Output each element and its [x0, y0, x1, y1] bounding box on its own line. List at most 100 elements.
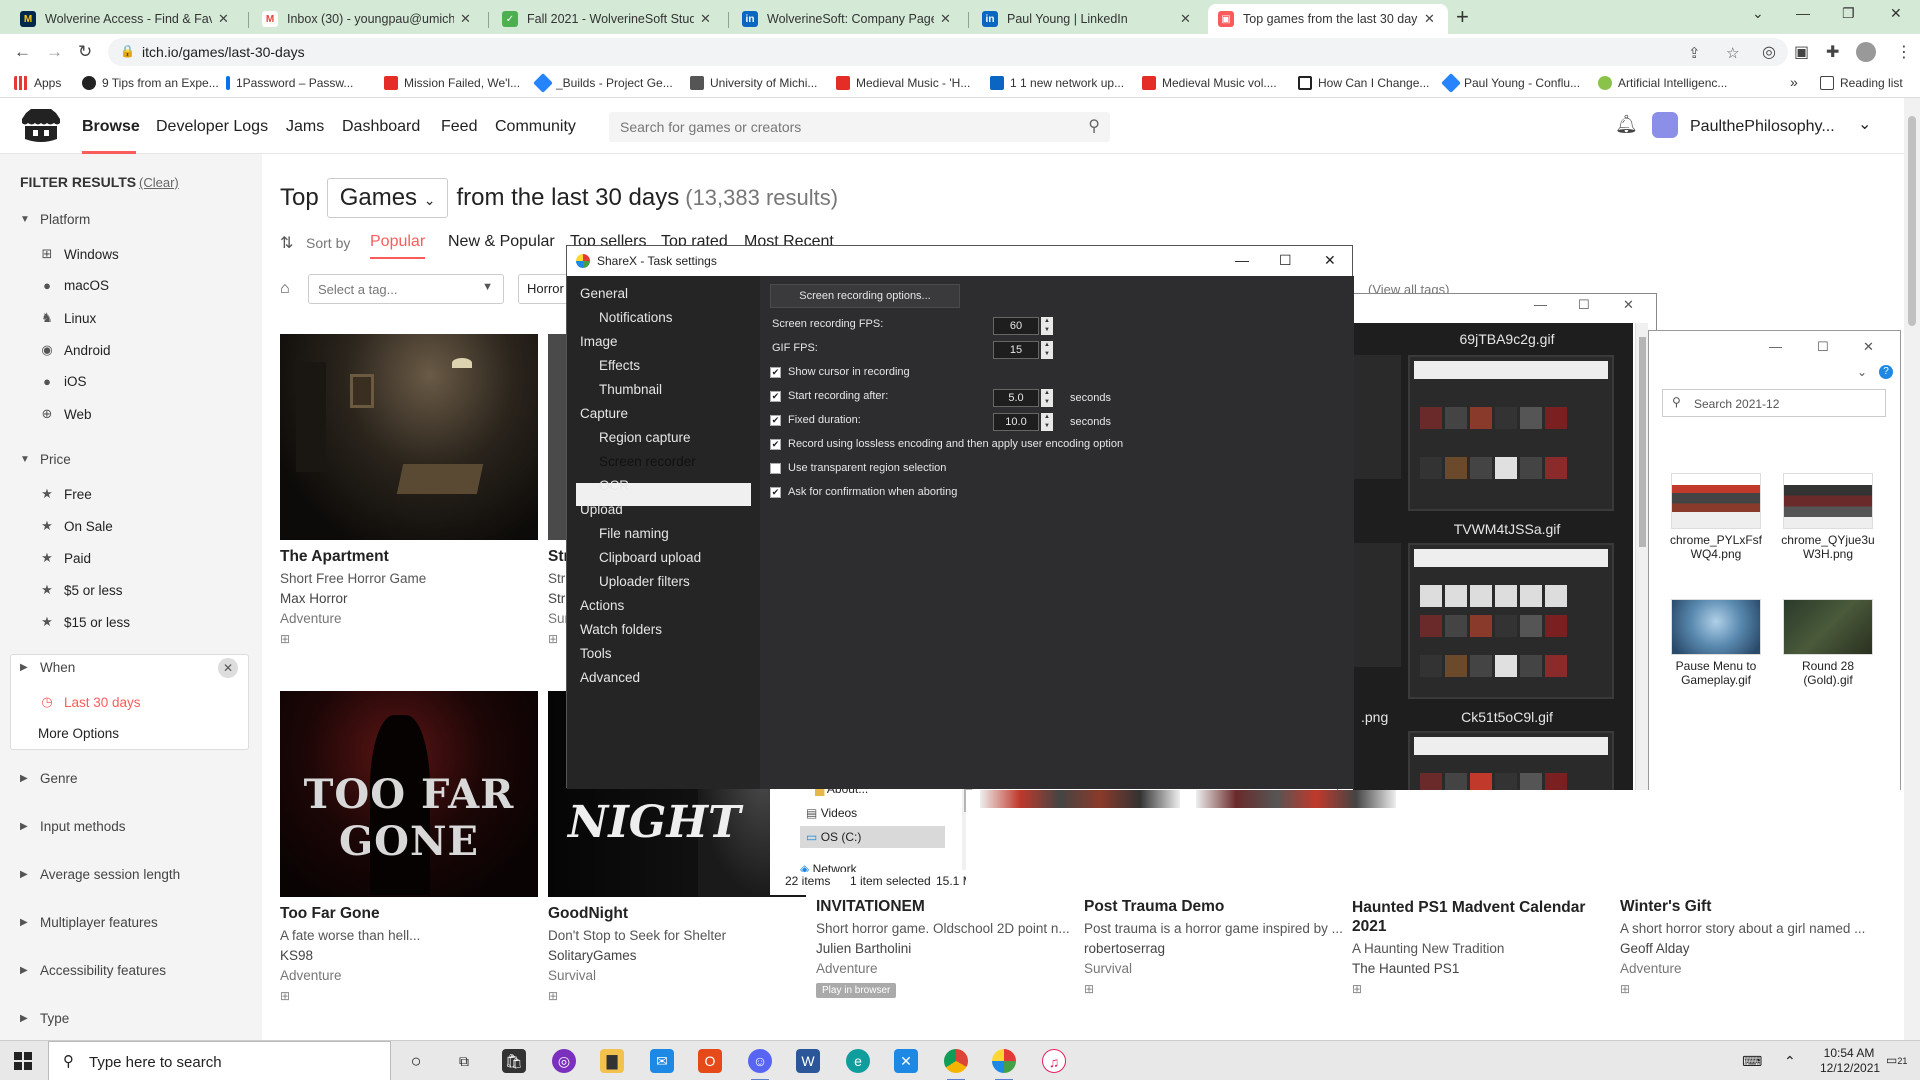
mail-icon[interactable]: ✉ — [650, 1049, 674, 1073]
game-card[interactable]: The Apartment Short Free Horror Game Max… — [280, 334, 538, 646]
game-author[interactable]: SolitaryGames — [548, 948, 806, 963]
sort-popular[interactable]: Popular — [370, 233, 426, 259]
more-options-link[interactable]: More Options — [38, 726, 119, 741]
app-icon[interactable]: ◎ — [552, 1049, 576, 1073]
nav-region-capture[interactable]: Region capture — [599, 430, 691, 445]
fixed-duration-input[interactable]: 10.0 — [993, 413, 1039, 431]
show-cursor-checkbox[interactable]: ✔ — [770, 367, 781, 378]
vscode-icon[interactable]: ✕ — [894, 1049, 918, 1073]
file-name[interactable]: Ck51t5oC9l.gif — [1417, 709, 1597, 725]
file-name[interactable]: Round 28 (Gold).gif — [1777, 659, 1879, 687]
file-thumbnail[interactable] — [1671, 599, 1761, 655]
bookmark-item[interactable]: How Can I Change... — [1298, 76, 1429, 90]
search-icon[interactable]: ⚲ — [1088, 116, 1100, 136]
start-after-stepper[interactable]: ▲ ▼ — [1041, 389, 1053, 407]
maximize-icon[interactable]: ❐ — [1842, 5, 1855, 22]
start-after-input[interactable]: 5.0 — [993, 389, 1039, 407]
bookmark-item[interactable]: University of Michi... — [690, 76, 817, 90]
nav-tools[interactable]: Tools — [580, 646, 612, 661]
game-title[interactable]: Haunted PS1 Madvent Calendar 2021 — [1352, 898, 1610, 936]
filter-option-macos[interactable]: ● macOS — [40, 278, 109, 293]
extension-icon[interactable]: ◎ — [1762, 42, 1776, 62]
filter-option-android[interactable]: ◉ Android — [40, 342, 110, 358]
game-card[interactable]: TOO FAR GONE Too Far Gone A fate worse t… — [280, 691, 538, 1003]
nav-watch-folders[interactable]: Watch folders — [580, 622, 662, 637]
file-thumbnail[interactable] — [1408, 355, 1614, 511]
confirm-abort-checkbox[interactable]: ✔ — [770, 487, 781, 498]
bookmark-item[interactable]: 1 1 new network up... — [990, 76, 1124, 90]
nav-general[interactable]: General — [580, 286, 628, 301]
game-title[interactable]: Post Trauma Demo — [1084, 898, 1342, 916]
task-view-icon[interactable]: ⧉ — [452, 1049, 476, 1073]
gif-fps-input[interactable]: 15 — [993, 341, 1039, 359]
filter-option-web[interactable]: ⊕ Web — [40, 406, 92, 422]
nav-advanced[interactable]: Advanced — [580, 670, 640, 685]
game-card[interactable]: Str Str Str Sur ⊞ — [548, 334, 568, 646]
more-bookmarks-icon[interactable]: » — [1790, 74, 1798, 90]
scrollbar-thumb[interactable] — [1639, 337, 1646, 547]
file-name[interactable]: .png — [1361, 709, 1388, 725]
close-icon[interactable]: ✕ — [218, 11, 232, 27]
minimize-icon[interactable]: — — [1796, 5, 1810, 21]
avatar[interactable] — [1652, 112, 1678, 138]
tab-itch-top-games[interactable]: ▣ Top games from the last 30 days ✕ — [1208, 4, 1448, 34]
start-after-checkbox[interactable]: ✔ — [770, 391, 781, 402]
discord-icon[interactable]: ☺ — [748, 1049, 772, 1080]
bookmark-item[interactable]: 9 Tips from an Expe... — [82, 76, 219, 90]
filter-section-session-length[interactable]: ▶ Average session length — [20, 867, 180, 882]
filter-section-input-methods[interactable]: ▶ Input methods — [20, 819, 126, 834]
maximize-icon[interactable]: ☐ — [1279, 252, 1292, 269]
game-thumbnail[interactable]: TOO FAR GONE — [280, 691, 538, 897]
store-icon[interactable]: 🛍︎ — [502, 1049, 526, 1073]
nav-capture[interactable]: Capture — [580, 406, 628, 421]
file-thumbnail[interactable] — [1783, 599, 1873, 655]
chrome-icon[interactable] — [944, 1049, 968, 1080]
game-card[interactable]: Winter's Gift A short horror story about… — [1620, 898, 1890, 996]
filter-section-when[interactable]: ▶ When — [20, 660, 75, 675]
tab-wolverine-access[interactable]: M Wolverine Access - Find & Favori ✕ — [10, 4, 242, 34]
close-icon[interactable]: ✕ — [940, 11, 954, 27]
game-author[interactable]: Str — [548, 591, 568, 606]
game-author[interactable]: Geoff Alday — [1620, 941, 1890, 956]
nav-actions[interactable]: Actions — [580, 598, 624, 613]
nav-feed[interactable]: Feed — [441, 118, 477, 136]
maximize-icon[interactable]: ☐ — [1817, 339, 1829, 355]
clear-filters-link[interactable]: (Clear) — [139, 175, 179, 190]
filter-section-platform[interactable]: ▼ Platform — [20, 212, 90, 227]
file-thumbnail[interactable] — [1353, 543, 1401, 667]
file-thumbnail[interactable] — [1783, 473, 1873, 529]
filter-option-linux[interactable]: ♞ Linux — [40, 310, 96, 326]
game-card[interactable]: Post Trauma Demo Post trauma is a horror… — [1084, 898, 1342, 996]
windows-start-icon[interactable] — [14, 1052, 32, 1070]
close-icon[interactable]: ✕ — [460, 11, 474, 27]
bell-icon[interactable]: 🔔︎ — [1615, 114, 1638, 135]
sharex-icon[interactable] — [992, 1049, 1016, 1080]
game-author[interactable]: robertoserrag — [1084, 941, 1342, 956]
tag-select[interactable]: Select a tag... ▼ — [308, 274, 504, 304]
filter-option-5-or-less[interactable]: ★ $5 or less — [40, 582, 122, 598]
bookmark-item[interactable]: Mission Failed, We'l... — [384, 76, 520, 90]
filter-option-free[interactable]: ★ Free — [40, 486, 92, 502]
game-thumbnail[interactable] — [280, 334, 538, 540]
share-icon[interactable]: ⇪ — [1688, 44, 1701, 62]
game-thumbnail[interactable] — [548, 334, 568, 540]
username[interactable]: PaulthePhilosophy... — [1690, 118, 1835, 136]
reading-list[interactable]: Reading list — [1820, 76, 1903, 90]
tab-linkedin-profile[interactable]: in Paul Young | LinkedIn ✕ — [972, 4, 1204, 34]
nav-screen-recorder[interactable]: Screen recorder — [599, 454, 696, 469]
puzzle-icon[interactable]: ✚ — [1826, 42, 1839, 62]
nav-uploader-filters[interactable]: Uploader filters — [599, 574, 690, 589]
game-title[interactable]: Winter's Gift — [1620, 898, 1890, 916]
new-tab-button[interactable]: + — [1456, 4, 1469, 30]
game-card[interactable]: Haunted PS1 Madvent Calendar 2021 A Haun… — [1352, 898, 1610, 996]
bookmark-item[interactable]: Artificial Intelligenc... — [1598, 76, 1727, 90]
close-icon[interactable]: ✕ — [1890, 5, 1902, 22]
address-bar[interactable]: 🔒 itch.io/games/last-30-days ⇪ ☆ — [108, 38, 1788, 66]
game-author[interactable]: Julien Bartholini — [816, 941, 1074, 956]
search-input[interactable]: Search for games or creators ⚲ — [609, 112, 1110, 142]
nav-dashboard[interactable]: Dashboard — [342, 118, 420, 136]
transparent-region-checkbox[interactable] — [770, 463, 781, 474]
filter-option-paid[interactable]: ★ Paid — [40, 550, 91, 566]
nav-community[interactable]: Community — [495, 118, 576, 136]
chevron-up-icon[interactable]: ⌃ — [1784, 1053, 1796, 1070]
